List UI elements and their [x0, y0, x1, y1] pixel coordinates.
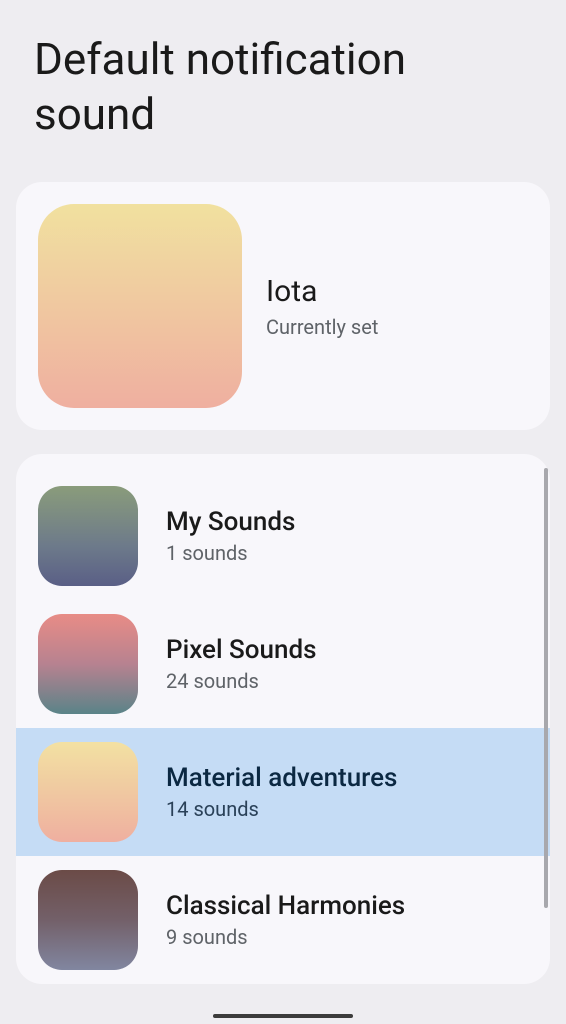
sound-category-list: My Sounds 1 sounds Pixel Sounds 24 sound… — [16, 454, 550, 984]
category-count: 24 sounds — [166, 669, 317, 693]
category-info: Pixel Sounds 24 sounds — [166, 635, 317, 693]
category-item-mysounds[interactable]: My Sounds 1 sounds — [16, 472, 550, 600]
category-name: Material adventures — [166, 763, 397, 793]
category-name: My Sounds — [166, 507, 295, 537]
category-count: 9 sounds — [166, 925, 405, 949]
category-info: My Sounds 1 sounds — [166, 507, 295, 565]
category-count: 14 sounds — [166, 797, 397, 821]
current-sound-status: Currently set — [266, 315, 378, 339]
category-thumbnail — [38, 614, 138, 714]
category-name: Classical Harmonies — [166, 891, 405, 921]
category-info: Material adventures 14 sounds — [166, 763, 397, 821]
category-name: Pixel Sounds — [166, 635, 317, 665]
category-info: Classical Harmonies 9 sounds — [166, 891, 405, 949]
category-item-classical[interactable]: Classical Harmonies 9 sounds — [16, 856, 550, 984]
page-title: Default notification sound — [0, 0, 566, 166]
category-item-pixel[interactable]: Pixel Sounds 24 sounds — [16, 600, 550, 728]
category-thumbnail — [38, 486, 138, 586]
home-indicator[interactable] — [213, 1014, 353, 1018]
current-sound-thumbnail — [38, 204, 242, 408]
category-thumbnail — [38, 870, 138, 970]
category-item-material[interactable]: Material adventures 14 sounds — [16, 728, 550, 856]
current-sound-card[interactable]: Iota Currently set — [16, 182, 550, 430]
current-sound-name: Iota — [266, 274, 378, 309]
category-count: 1 sounds — [166, 541, 295, 565]
scrollbar[interactable] — [544, 468, 548, 908]
current-sound-info: Iota Currently set — [266, 274, 378, 339]
category-thumbnail — [38, 742, 138, 842]
